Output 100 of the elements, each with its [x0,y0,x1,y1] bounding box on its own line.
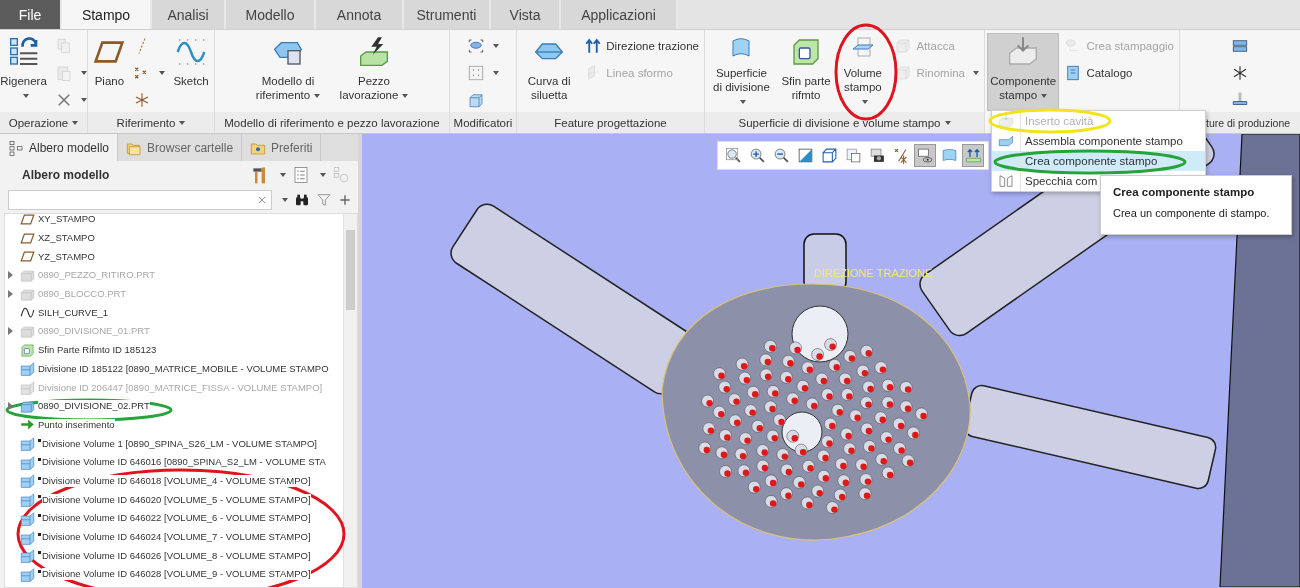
display-style-icon [916,147,934,164]
tree-structure-icon [8,139,24,156]
ribbon-tab[interactable]: Applicazioni [561,0,678,29]
caret-icon [493,71,499,75]
split-volume-icon [20,492,35,508]
layers-icon [1231,37,1249,55]
search-field[interactable] [8,190,272,210]
ribbon-button[interactable]: Superficie di divisione [707,33,776,111]
expand-arrow-icon[interactable] [8,402,13,411]
list-icon [292,166,310,184]
ribbon-button[interactable]: Sfin parte rifmto [777,33,835,111]
plane-icon [20,249,35,265]
filter-icon [316,192,332,208]
regenerate-icon [7,36,40,68]
ribbon-tab[interactable]: Stampo [62,0,152,29]
tree-item[interactable]: Divisione Volume ID 646024 [VOLUME_7 - VOLUME STAMPO] [42,531,311,544]
split-volume-icon [20,529,35,545]
ribbon-button[interactable]: Volume stampo [836,33,890,111]
scrollbar[interactable] [343,214,357,587]
sine-wave-icon [175,36,207,68]
part-icon [20,398,35,414]
group-label[interactable]: Operazione [0,112,87,133]
curve-icon [20,305,35,321]
saved-views-icon [844,147,862,164]
part-icon [20,286,35,302]
expand-arrow-icon[interactable] [8,271,13,280]
camera-icon [868,147,886,164]
paste-icon [54,64,73,82]
copy-icon [54,37,73,55]
tree-item[interactable]: XY_STAMPO [38,214,96,226]
cube-outline-icon [20,342,35,358]
caret-icon [280,173,286,177]
group-label[interactable]: Riferimento [88,112,214,133]
caret-icon [22,93,29,98]
ribbon-button[interactable]: Curva di siluetta [519,33,580,111]
group-label: Modificatori [450,112,516,133]
panel-tab[interactable]: Albero modello [0,134,119,161]
split-volume-icon [20,436,35,452]
up-arrows-icon [584,37,603,55]
tree-item[interactable]: Divisione Volume ID 646026 [VOLUME_8 - VOLUME STAMPO] [42,549,311,562]
caret-icon [159,71,166,75]
ribbon-tab[interactable]: Analisi [152,0,226,29]
caret-icon [80,71,87,75]
caret-icon [944,120,951,125]
ribbon-tab[interactable]: Strumenti [404,0,491,29]
tooltip-title: Crea componente stampo [1113,186,1256,198]
plane-icon [20,230,35,246]
tools-menu-button[interactable] [250,165,286,185]
caret-icon [80,98,87,102]
tree-item[interactable]: Divisione Volume ID 646018 [VOLUME_4 - VOLUME STAMPO] [42,474,311,487]
caret-icon [179,120,186,125]
datum-display-icon [892,147,910,164]
tree-item[interactable]: Divisione Volume ID 646022 [VOLUME_6 - VOLUME STAMPO] [42,512,311,525]
box-arrow-icon [1007,36,1040,68]
ribbon-button[interactable]: Pezzo lavorazione [331,33,417,111]
tree-item[interactable]: 0890_DIVISIONE_02.PRT [38,400,150,413]
lightning-box-icon [358,36,390,68]
tree-item[interactable]: Divisione ID 185122 [0890_MATRICE_MOBILE - VOLUME STAMPO [38,362,329,375]
tree-item[interactable]: Divisione Volume ID 646020 [VOLUME_5 - VOLUME STAMPO] [42,493,311,506]
caret-icon [72,120,79,125]
caret-icon [320,173,326,177]
ribbon-button[interactable]: Catalogo [1061,62,1177,84]
asterisk-icon [1231,64,1249,82]
insert-cavity-icon [998,113,1014,129]
zoom-fit-icon [724,147,742,164]
split-volume-icon [20,510,35,526]
ribbon-button[interactable]: Modello di riferimento [247,33,329,111]
ribbon-button[interactable]: Direzione trazione [581,35,702,57]
split-volume-icon [20,454,35,470]
ribbon-button[interactable]: Sketch [170,33,212,111]
tree-item[interactable]: XZ_STAMPO [38,232,95,245]
clear-icon [256,194,268,206]
ribbon-tab[interactable]: Modello [226,0,316,29]
zoom-in-icon [748,147,766,164]
surface-icon [940,147,958,164]
tree-item[interactable]: Divisione Volume ID 646028 [VOLUME_9 - VOLUME STAMPO] [42,568,311,581]
ribbon-tab[interactable]: Vista [491,0,561,29]
plane-icon [20,214,35,227]
caret-icon [973,71,979,75]
ribbon-tab[interactable]: Annota [316,0,404,29]
ribbon-button[interactable]: Piano [90,33,129,111]
block-icon [894,37,913,55]
tree-settings-icon [332,166,350,184]
caret-icon [861,99,868,104]
caret-icon [493,44,499,48]
ribbon-button[interactable]: Componente stampo [987,33,1060,111]
group-label: Modello di riferimento e pezzo lavorazione [215,112,449,133]
ribbon-button[interactable]: Rigenera [0,33,50,111]
panel-title: Albero modello [22,168,111,182]
tree-item[interactable]: Divisione Volume 1 [0890_SPINA_S26_LM - VOLUME STAMPO] [42,437,317,450]
mirror-icon [998,173,1014,189]
list-menu-button[interactable] [292,166,326,184]
tree-item[interactable]: Divisione Volume ID 646016 [0890_SPINA_S2_LM - VOLUME STA [42,456,326,469]
group-label[interactable]: Superficie di divisione e volume stampo [705,112,984,133]
caret-icon [1041,93,1048,98]
cube-icon [467,91,485,109]
expand-arrow-icon[interactable] [8,327,13,336]
file-menu-tab[interactable]: File [0,0,62,29]
view-cube-icon [820,147,838,164]
expand-arrow-icon[interactable] [8,290,13,299]
